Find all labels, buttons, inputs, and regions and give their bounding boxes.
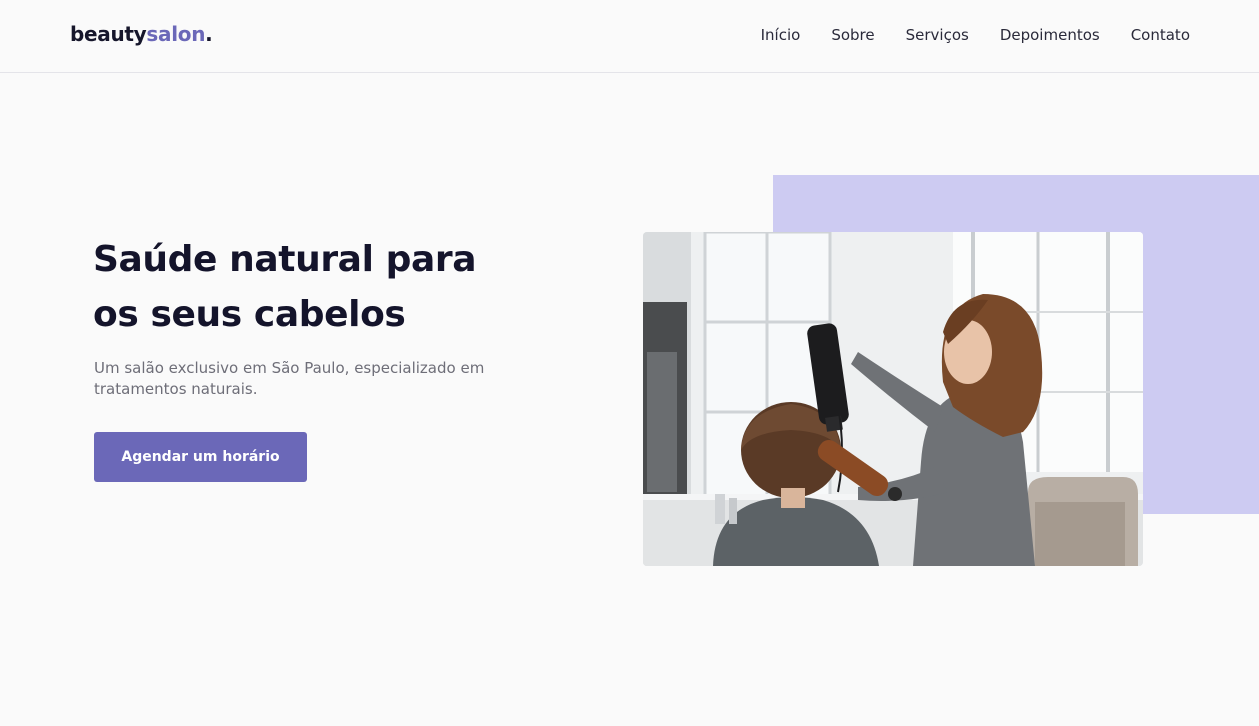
hero-subtitle: Um salão exclusivo em São Paulo, especia… [94,359,485,398]
landing-page: beautysalon. Início Sobre Serviços Depoi… [0,0,1259,726]
nav-link-sobre[interactable]: Sobre [831,26,874,44]
brand-name-part2: salon [146,22,206,46]
brand-name-dot: . [205,22,213,46]
nav-link-inicio[interactable]: Início [761,26,801,44]
brand-name-part1: beauty [70,22,147,46]
site-header: beautysalon. Início Sobre Serviços Depoi… [0,0,1259,73]
nav-link-depoimentos[interactable]: Depoimentos [1000,26,1100,44]
nav-link-contato[interactable]: Contato [1131,26,1190,44]
hero-title: Saúde natural para os seus cabelos [93,239,477,335]
hero-photo [643,232,1143,566]
brand-logo[interactable]: beautysalon. [70,22,213,46]
nav-link-servicos[interactable]: Serviços [906,26,969,44]
schedule-appointment-button[interactable]: Agendar um horário [94,432,307,482]
salon-illustration [643,232,1143,566]
main-nav: Início Sobre Serviços Depoimentos Contat… [730,26,1190,44]
